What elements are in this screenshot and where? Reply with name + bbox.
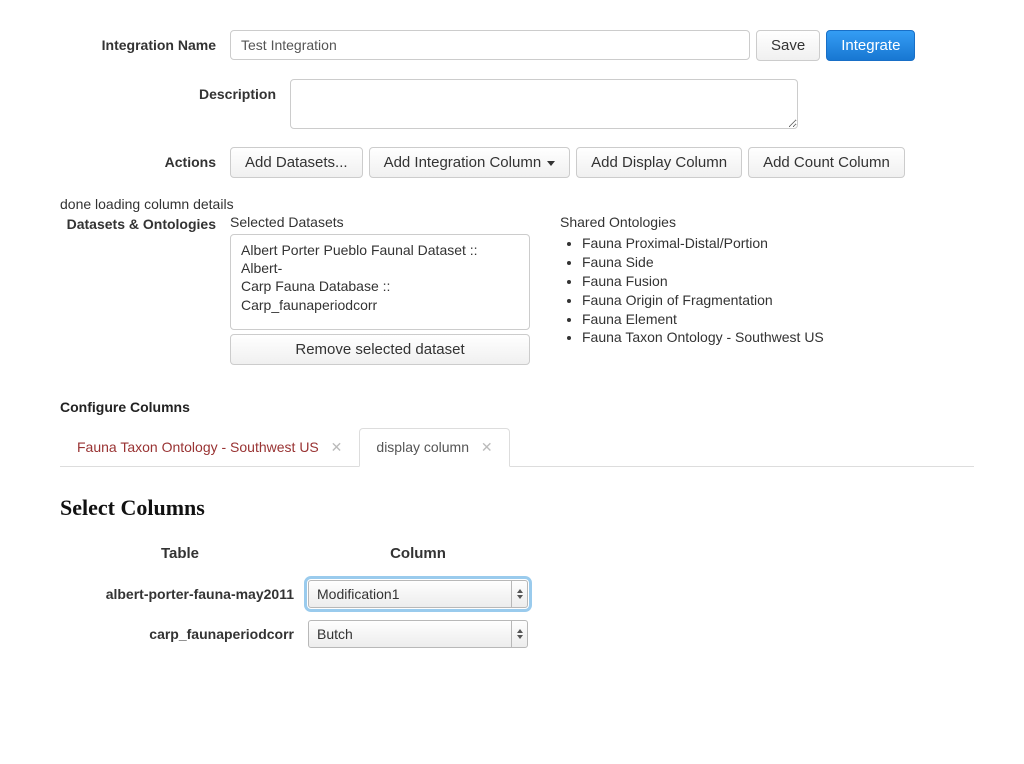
stepper-icon — [511, 581, 527, 607]
list-item: Fauna Proximal-Distal/Portion — [582, 234, 824, 253]
close-icon[interactable]: ✕ — [331, 439, 343, 455]
description-controls — [290, 79, 974, 129]
selected-datasets-listbox[interactable]: Albert Porter Pueblo Faunal Dataset :: A… — [230, 234, 530, 330]
integration-name-input[interactable] — [230, 30, 750, 60]
list-item: Fauna Side — [582, 253, 824, 272]
column-select-value: Modification1 — [309, 586, 511, 602]
close-icon[interactable]: ✕ — [481, 439, 493, 455]
list-item: Fauna Origin of Fragmentation — [582, 291, 824, 310]
caret-down-icon — [547, 161, 555, 166]
add-count-column-button[interactable]: Add Count Column — [748, 147, 905, 178]
add-integration-column-label: Add Integration Column — [384, 154, 542, 171]
add-display-column-button[interactable]: Add Display Column — [576, 147, 742, 178]
select-columns-heading: Select Columns — [60, 495, 974, 521]
integration-name-label: Integration Name — [60, 30, 230, 53]
datasets-ontologies-label: Datasets & Ontologies — [60, 214, 230, 232]
remove-selected-dataset-button[interactable]: Remove selected dataset — [230, 334, 530, 365]
select-columns-table: Table Column albert-porter-fauna-may2011… — [60, 539, 974, 654]
selected-datasets-heading: Selected Datasets — [230, 214, 530, 230]
chevron-up-icon — [517, 589, 523, 593]
configure-columns-tabs: Fauna Taxon Ontology - Southwest US ✕ di… — [60, 427, 974, 467]
stepper-icon — [511, 621, 527, 647]
add-integration-column-button[interactable]: Add Integration Column — [369, 147, 571, 178]
table-row-label: albert-porter-fauna-may2011 — [60, 574, 300, 614]
chevron-down-icon — [517, 595, 523, 599]
list-item[interactable]: Carp Fauna Database :: Carp_faunaperiodc… — [241, 277, 519, 313]
tab-fauna-taxon[interactable]: Fauna Taxon Ontology - Southwest US ✕ — [60, 428, 359, 467]
selected-datasets-block: Selected Datasets Albert Porter Pueblo F… — [230, 214, 530, 365]
list-item: Fauna Fusion — [582, 272, 824, 291]
column-select[interactable]: Butch — [308, 620, 528, 648]
tab-display-column[interactable]: display column ✕ — [359, 428, 509, 467]
description-row: Description — [60, 79, 974, 129]
description-textarea[interactable] — [290, 79, 798, 129]
chevron-up-icon — [517, 629, 523, 633]
save-button[interactable]: Save — [756, 30, 820, 61]
list-item: Fauna Taxon Ontology - Southwest US — [582, 328, 824, 347]
table-row-label: carp_faunaperiodcorr — [60, 614, 300, 654]
list-item[interactable]: Albert Porter Pueblo Faunal Dataset :: A… — [241, 241, 519, 277]
description-label: Description — [60, 79, 290, 102]
chevron-down-icon — [517, 635, 523, 639]
shared-ontologies-heading: Shared Ontologies — [560, 214, 824, 230]
integration-name-controls: Save Integrate — [230, 30, 974, 61]
integration-name-row: Integration Name Save Integrate — [60, 30, 974, 61]
column-select-value: Butch — [309, 626, 511, 642]
add-datasets-button[interactable]: Add Datasets... — [230, 147, 363, 178]
tab-label: display column — [376, 439, 469, 455]
actions-row: Actions Add Datasets... Add Integration … — [60, 147, 974, 178]
column-select[interactable]: Modification1 — [308, 580, 528, 608]
table-header-table: Table — [60, 539, 300, 574]
integrate-button[interactable]: Integrate — [826, 30, 915, 61]
actions-label: Actions — [60, 147, 230, 170]
table-header-column: Column — [308, 539, 528, 574]
shared-ontologies-block: Shared Ontologies Fauna Proximal-Distal/… — [560, 214, 824, 347]
datasets-ontologies-row: Datasets & Ontologies Selected Datasets … — [60, 214, 974, 365]
actions-controls: Add Datasets... Add Integration Column A… — [230, 147, 974, 178]
list-item: Fauna Element — [582, 310, 824, 329]
tab-label: Fauna Taxon Ontology - Southwest US — [77, 439, 319, 455]
shared-ontologies-list: Fauna Proximal-Distal/Portion Fauna Side… — [560, 234, 824, 347]
status-text: done loading column details — [60, 196, 974, 212]
configure-columns-heading: Configure Columns — [60, 399, 974, 415]
